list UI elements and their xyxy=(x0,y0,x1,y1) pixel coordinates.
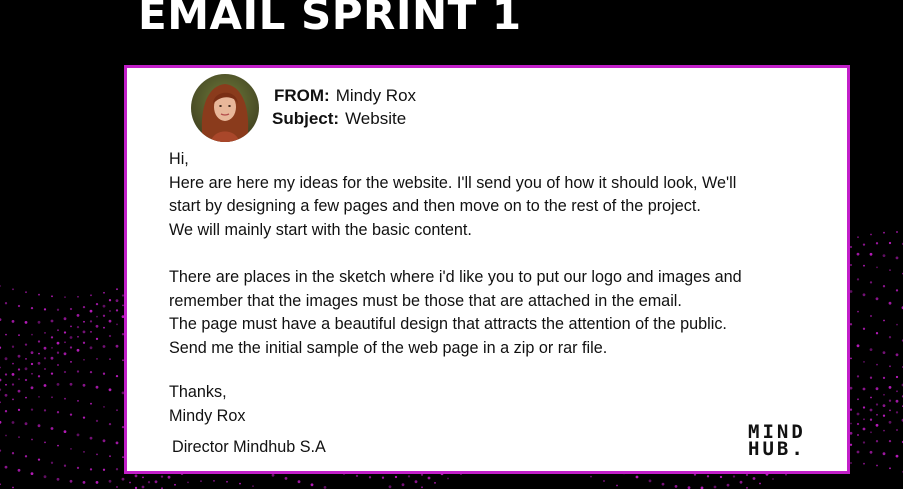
email-card: FROM: Mindy Rox Subject: Website Hi, Here … xyxy=(124,65,850,474)
subject-line: Subject: Website xyxy=(272,109,406,129)
from-value: Mindy Rox xyxy=(335,86,417,105)
avatar-photo-icon xyxy=(191,74,259,142)
sender-avatar xyxy=(191,74,259,142)
mindhub-logo: MIND HUB. xyxy=(748,423,806,460)
paragraph-1-line: We will mainly start with the basic cont… xyxy=(169,220,472,239)
paragraph-1-line: start by designing a few pages and then … xyxy=(169,197,701,215)
paragraph-2-line: Send me the initial sample of the web pa… xyxy=(169,338,608,357)
closing: Thanks, xyxy=(169,383,227,401)
paragraph-2-line: There are places in the sketch where i'd… xyxy=(169,268,742,286)
page-title: EMAIL SPRINT 1 xyxy=(138,0,522,39)
subject-label: Subject: xyxy=(272,109,340,128)
signature-title: Director Mindhub S.A xyxy=(172,438,326,456)
logo-line-2: HUB. xyxy=(748,438,806,460)
signature-name: Mindy Rox xyxy=(169,406,246,425)
paragraph-1-line: Here are here my ideas for the website. … xyxy=(169,173,737,192)
paragraph-2-line: remember that the images must be those t… xyxy=(169,291,682,310)
subject-value: Website xyxy=(345,109,407,128)
greeting: Hi, xyxy=(169,150,189,168)
from-label: FROM: xyxy=(274,86,330,105)
from-line: FROM: Mindy Rox xyxy=(274,86,416,106)
paragraph-2-line: The page must have a beautiful design th… xyxy=(169,315,727,333)
email-body: Hi, Here are here my ideas for the websi… xyxy=(169,148,839,428)
